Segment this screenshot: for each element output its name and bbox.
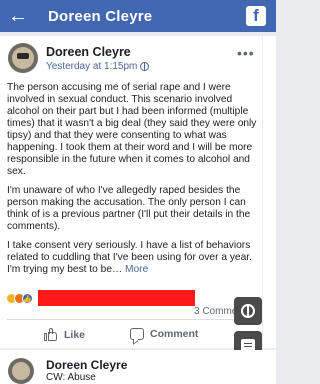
reactions-summary[interactable]: 👍 bbox=[6, 293, 33, 304]
globe-button[interactable] bbox=[234, 297, 262, 325]
comment-label: Comment bbox=[150, 328, 199, 340]
next-post-card: Doreen Cleyre CW: Abuse bbox=[0, 350, 276, 384]
post-author[interactable]: Doreen Cleyre bbox=[46, 45, 131, 59]
top-bar: ← Doreen Cleyre f bbox=[0, 0, 276, 32]
post-paragraph: The person accusing me of serial rape an… bbox=[7, 82, 257, 177]
avatar[interactable] bbox=[8, 358, 34, 384]
back-arrow-icon[interactable]: ← bbox=[0, 0, 36, 32]
facebook-logo-icon[interactable]: f bbox=[246, 6, 266, 26]
comment-icon bbox=[130, 328, 144, 340]
post-timestamp[interactable]: Yesterday at 1:15pm bbox=[46, 61, 137, 72]
globe-icon bbox=[241, 304, 255, 318]
divider bbox=[7, 319, 257, 320]
post-body: The person accusing me of serial rape an… bbox=[7, 82, 259, 283]
globe-icon bbox=[140, 62, 150, 71]
post-paragraph: I take consent very seriously. I have a … bbox=[7, 240, 259, 276]
like-button[interactable]: Like bbox=[44, 328, 85, 341]
next-post-author[interactable]: Doreen Cleyre bbox=[46, 358, 127, 372]
like-reaction-icon: 👍 bbox=[22, 293, 33, 304]
post-meta: Yesterday at 1:15pm bbox=[46, 61, 150, 72]
comment-button[interactable]: Comment bbox=[130, 328, 198, 340]
comments-count[interactable]: 3 Comme bbox=[194, 306, 237, 317]
post-card: Doreen Cleyre Yesterday at 1:15pm ••• Th… bbox=[0, 36, 262, 348]
more-options-icon[interactable]: ••• bbox=[237, 45, 255, 61]
adjacent-card-edge bbox=[263, 36, 276, 348]
post-paragraph: I'm unaware of who I've allegedly raped … bbox=[7, 185, 251, 232]
redaction-bar bbox=[38, 290, 195, 306]
like-label: Like bbox=[64, 328, 86, 341]
see-more-link[interactable]: More bbox=[125, 264, 148, 275]
content-warning: CW: Abuse bbox=[46, 372, 96, 383]
thumbs-up-icon bbox=[44, 328, 58, 341]
page-title: Doreen Cleyre bbox=[48, 7, 153, 25]
avatar[interactable] bbox=[8, 43, 38, 73]
